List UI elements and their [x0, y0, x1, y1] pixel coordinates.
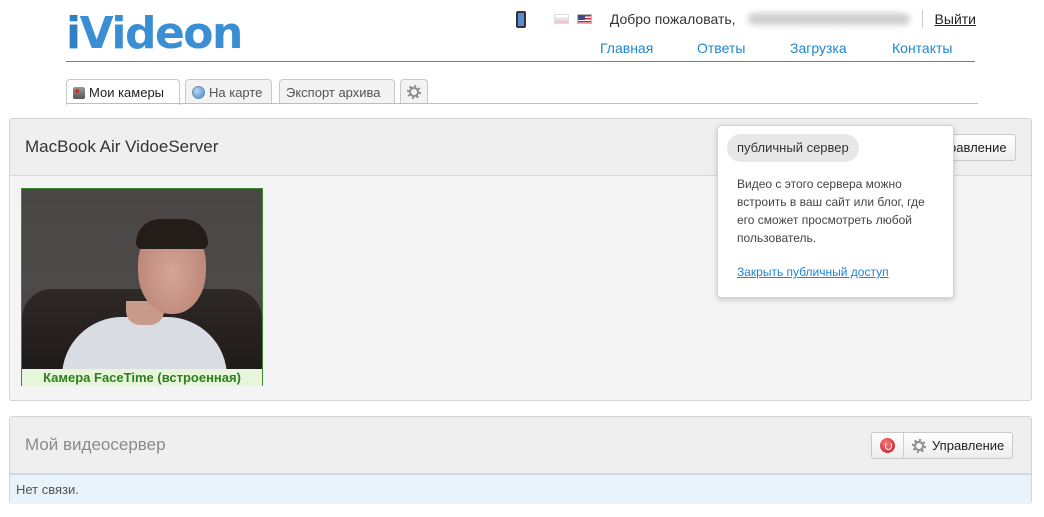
main-nav: Главная Ответы Загрузка Контакты: [0, 40, 975, 62]
tab-export-archive[interactable]: Экспорт архива: [279, 79, 395, 104]
power-icon: [880, 438, 895, 453]
us-flag-icon[interactable]: [576, 14, 592, 24]
logout-link[interactable]: Выйти: [935, 11, 976, 27]
camera-video-preview[interactable]: [22, 189, 262, 369]
welcome-text: Добро пожаловать,: [609, 11, 736, 27]
manage-button-label: Управление: [932, 438, 1005, 453]
video-person-hair: [136, 219, 208, 249]
manage-button-group: Управление: [871, 432, 1014, 459]
server-panel-header: Мой видеосервер Управление: [10, 417, 1031, 474]
tab-my-cameras[interactable]: Мои камеры: [66, 79, 180, 105]
tab-settings[interactable]: [400, 79, 428, 104]
mobile-phone-icon[interactable]: [515, 10, 526, 28]
power-button[interactable]: [872, 433, 903, 458]
nav-contacts-link[interactable]: Контакты: [892, 40, 952, 56]
nav-home-link[interactable]: Главная: [600, 40, 653, 56]
user-bar: Добро пожаловать, Выйти: [515, 10, 976, 28]
manage-button[interactable]: Управление: [903, 433, 1012, 458]
nav-divider: [66, 61, 975, 62]
nav-answers-link[interactable]: Ответы: [697, 40, 745, 56]
server-title: MacBook Air VidoeServer: [25, 137, 219, 156]
tabs-divider: [66, 103, 978, 104]
blurred-username: [747, 13, 910, 25]
russian-flag-icon[interactable]: [553, 14, 569, 24]
gear-icon: [912, 438, 926, 453]
camera-icon: [73, 86, 85, 99]
gear-icon: [407, 85, 421, 99]
status-message: Нет связи.: [10, 474, 1031, 504]
close-public-access-link[interactable]: Закрыть публичный доступ: [737, 265, 889, 279]
public-server-pill[interactable]: публичный сервер: [727, 134, 859, 162]
camera-tile[interactable]: Камера FaceTime (встроенная): [21, 188, 263, 386]
globe-icon: [192, 85, 205, 99]
tab-on-map[interactable]: На карте: [185, 79, 272, 104]
popover-description: Видео с этого сервера можно встроить в в…: [737, 177, 925, 245]
camera-name-label[interactable]: Камера FaceTime (встроенная): [22, 369, 262, 386]
server-panel-my-videoserver: Мой видеосервер Управление Нет связи.: [9, 416, 1032, 504]
server-title: Мой видеосервер: [25, 435, 166, 454]
public-server-popover: публичный сервер Видео с этого сервера м…: [717, 125, 954, 298]
nav-download-link[interactable]: Загрузка: [790, 40, 847, 56]
divider: [921, 10, 923, 28]
